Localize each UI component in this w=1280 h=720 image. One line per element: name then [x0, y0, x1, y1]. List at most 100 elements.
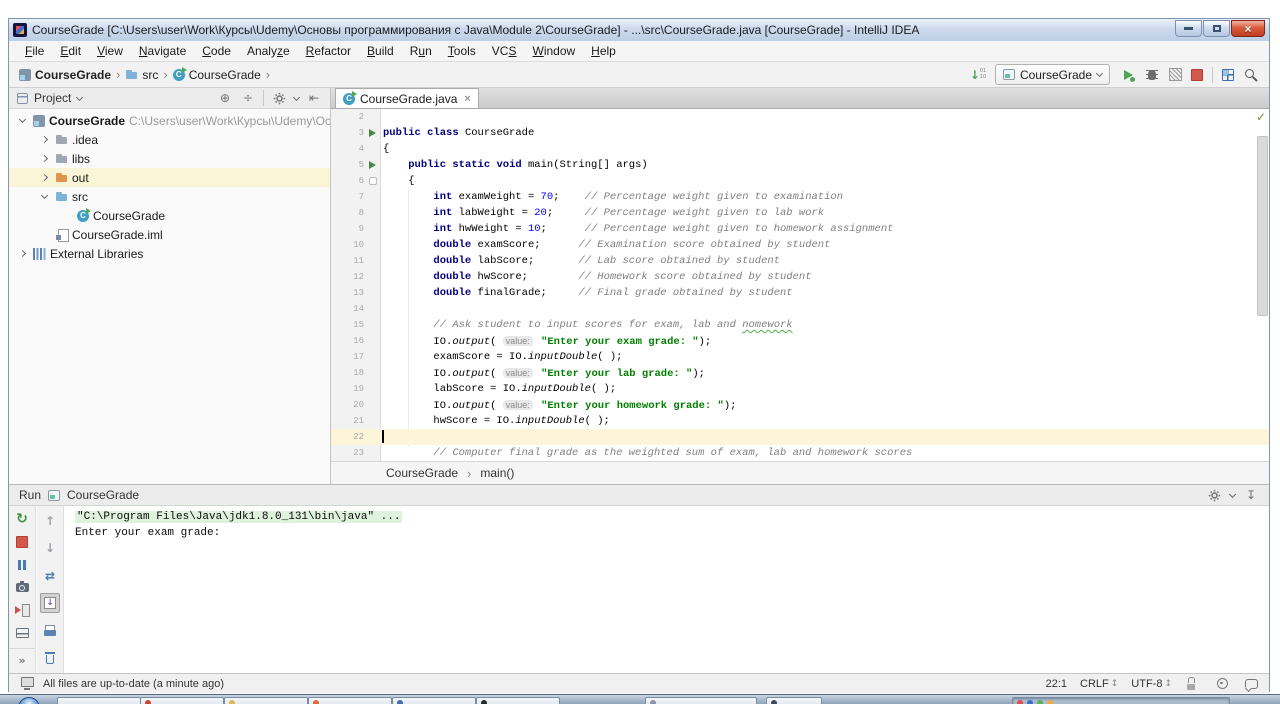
taskbar-button-4[interactable] [308, 697, 392, 704]
gear-icon[interactable] [271, 90, 287, 106]
soft-wrap-icon[interactable]: ⇄ [40, 566, 60, 585]
title-bar[interactable]: CourseGrade [C:\Users\user\Work\Курсы\Ud… [9, 19, 1269, 41]
code-line-22[interactable]: 22 [331, 429, 1269, 445]
scroll-to-end-icon[interactable]: ↓ [40, 593, 60, 613]
taskbar-button-3[interactable] [224, 697, 308, 704]
menu-refactor[interactable]: Refactor [298, 42, 359, 60]
code-line-12[interactable]: 12 double hwScore; // Homework score obt… [331, 269, 1269, 285]
fold-icon[interactable] [367, 176, 378, 187]
breadcrumb-item-coursegrade[interactable]: CourseGrade [173, 68, 261, 82]
code-line-16[interactable]: 16 IO.output( value: "Enter your exam gr… [331, 333, 1269, 349]
code-line-18[interactable]: 18 IO.output( value: "Enter your lab gra… [331, 365, 1269, 381]
code-line-14[interactable]: 14 [331, 301, 1269, 317]
tab-coursegrade-java[interactable]: CourseGrade.java × [335, 88, 479, 108]
taskbar-button-6[interactable] [476, 697, 560, 704]
run-config-selector[interactable]: CourseGrade [995, 64, 1110, 85]
code-line-5[interactable]: 5 public static void main(String[] args) [331, 157, 1269, 173]
code-line-4[interactable]: 4{ [331, 141, 1269, 157]
chevron-down-icon[interactable] [293, 93, 300, 100]
run-button[interactable] [1119, 67, 1135, 83]
close-tab-icon[interactable]: × [464, 93, 470, 105]
close-button[interactable]: × [1231, 20, 1265, 37]
code-line-15[interactable]: 15 // Ask student to input scores for ex… [331, 317, 1269, 333]
chevron-right-icon[interactable] [37, 175, 51, 180]
tree-item-external-libraries[interactable]: External Libraries [9, 244, 330, 263]
print-icon[interactable] [40, 621, 60, 640]
chevron-right-icon[interactable] [37, 137, 51, 142]
taskbar-button-5[interactable] [392, 697, 476, 704]
tree-item-libs[interactable]: libs [9, 149, 330, 168]
breadcrumb-item-src[interactable]: src [125, 68, 158, 82]
thread-dump-icon[interactable] [12, 581, 32, 595]
taskbar-button-7[interactable] [645, 697, 757, 704]
code-line-19[interactable]: 19 labScore = IO.inputDouble( ); [331, 381, 1269, 397]
coverage-button[interactable] [1169, 68, 1182, 81]
hector-inspector-icon[interactable] [1214, 676, 1230, 692]
code-line-21[interactable]: 21 hwScore = IO.inputDouble( ); [331, 413, 1269, 429]
code-line-8[interactable]: 8 int labWeight = 20; // Percentage weig… [331, 205, 1269, 221]
restore-layout-icon[interactable] [12, 626, 32, 640]
stop-button[interactable] [1191, 69, 1203, 81]
minimize-button[interactable] [1175, 20, 1202, 37]
up-stack-icon[interactable]: ↑ [40, 511, 60, 530]
menu-vcs[interactable]: VCS [484, 42, 525, 60]
more-icon[interactable]: » [9, 648, 35, 668]
inspections-ok-icon[interactable]: ✓ [1256, 110, 1266, 124]
code-line-11[interactable]: 11 double labScore; // Lab score obtaine… [331, 253, 1269, 269]
taskbar-button-1[interactable] [57, 697, 141, 704]
menu-help[interactable]: Help [583, 42, 624, 60]
run-tab-label[interactable]: CourseGrade [67, 488, 139, 502]
tree-item-src[interactable]: src [9, 187, 330, 206]
editor-breadcrumb-main[interactable]: main() [480, 466, 514, 480]
hide-panel-icon[interactable]: ↧ [1243, 487, 1259, 503]
binary-sort-icon[interactable] [970, 67, 986, 83]
code-line-13[interactable]: 13 double finalGrade; // Final grade obt… [331, 285, 1269, 301]
tree-item-coursegrade-iml[interactable]: CourseGrade.iml [9, 225, 330, 244]
collapse-all-icon[interactable]: ÷ [240, 90, 256, 106]
code-line-20[interactable]: 20 IO.output( value: "Enter your homewor… [331, 397, 1269, 413]
run-console[interactable]: "C:\Program Files\Java\jdk1.8.0_131\bin\… [65, 506, 1269, 673]
hide-panel-icon[interactable]: ⇤ [306, 90, 322, 106]
down-stack-icon[interactable]: ↓ [40, 538, 60, 557]
editor-breadcrumb-coursegrade[interactable]: CourseGrade [386, 466, 458, 480]
code-line-23[interactable]: 23 // Computer final grade as the weight… [331, 445, 1269, 461]
maximize-button[interactable] [1203, 20, 1230, 37]
menu-code[interactable]: Code [194, 42, 239, 60]
menu-run[interactable]: Run [402, 42, 440, 60]
editor-body[interactable]: 23public class CourseGrade4{5 public sta… [331, 109, 1269, 461]
search-everywhere-button[interactable] [1243, 67, 1259, 83]
taskbar-button-2[interactable] [140, 697, 224, 704]
code-line-2[interactable]: 2 [331, 109, 1269, 125]
taskbar-button-9[interactable] [1012, 697, 1230, 704]
toggle-toolwindows-icon[interactable] [19, 676, 35, 692]
encoding-selector[interactable]: UTF-8↕ [1131, 678, 1172, 690]
code-line-9[interactable]: 9 int hwWeight = 10; // Percentage weigh… [331, 221, 1269, 237]
run-line-icon[interactable] [367, 128, 378, 139]
clear-icon[interactable] [40, 648, 60, 667]
chevron-right-icon[interactable] [15, 251, 29, 256]
locate-file-icon[interactable]: ⊕ [217, 90, 233, 106]
breadcrumb-item-coursegrade[interactable]: CourseGrade [19, 68, 111, 82]
caret-position[interactable]: 22:1 [1046, 678, 1067, 690]
code-line-3[interactable]: 3public class CourseGrade [331, 125, 1269, 141]
menu-view[interactable]: View [89, 42, 131, 60]
tree-item-out[interactable]: out [9, 168, 330, 187]
rerun-icon[interactable]: ↻ [12, 511, 32, 527]
run-panel-title[interactable]: Run [19, 488, 41, 502]
chevron-down-icon[interactable] [15, 119, 29, 122]
start-button[interactable] [18, 697, 40, 704]
menu-analyze[interactable]: Analyze [239, 42, 298, 60]
editor-scrollbar[interactable] [1257, 136, 1268, 316]
tree-item--idea[interactable]: .idea [9, 130, 330, 149]
line-separator-selector[interactable]: CRLF↕ [1080, 678, 1118, 690]
taskbar-button-8[interactable] [766, 697, 822, 704]
exit-icon[interactable] [12, 602, 32, 618]
chevron-down-icon[interactable] [1229, 490, 1236, 497]
pause-icon[interactable] [12, 557, 32, 573]
menu-build[interactable]: Build [359, 42, 402, 60]
project-panel-title[interactable]: Project [34, 91, 71, 105]
gear-icon[interactable] [1206, 487, 1222, 503]
chevron-right-icon[interactable] [37, 156, 51, 161]
menu-edit[interactable]: Edit [52, 42, 89, 60]
chevron-down-icon[interactable] [76, 93, 83, 100]
